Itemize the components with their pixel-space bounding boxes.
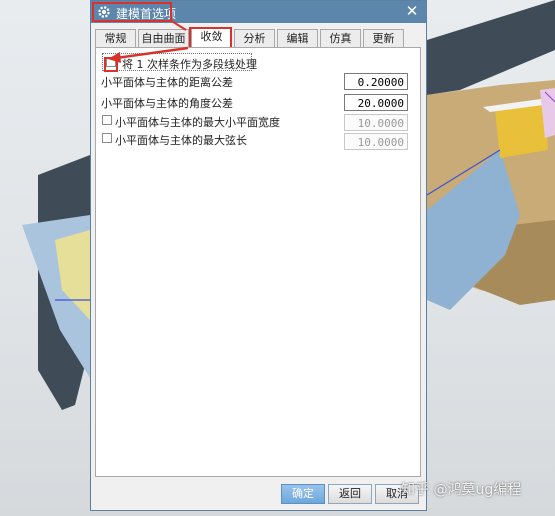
back-button[interactable]: 返回: [328, 484, 372, 504]
close-button[interactable]: ✕: [404, 3, 420, 19]
distance-tolerance-label: 小平面体与主体的距离公差: [101, 76, 233, 89]
title-annotation-box: [92, 2, 172, 22]
max-facet-width-row: 小平面体与主体的最大小平面宽度: [102, 112, 418, 131]
angle-tolerance-row: 小平面体与主体的角度公差: [101, 93, 418, 111]
ok-button[interactable]: 确定: [281, 484, 325, 504]
max-chord-length-checkbox[interactable]: [102, 133, 112, 143]
max-facet-width-label: 小平面体与主体的最大小平面宽度: [115, 116, 280, 129]
max-facet-width-checkbox[interactable]: [102, 115, 112, 125]
tab-analysis[interactable]: 分析: [234, 29, 275, 47]
distance-tolerance-row: 小平面体与主体的距离公差: [101, 72, 418, 90]
max-facet-width-input[interactable]: [344, 114, 408, 131]
angle-tolerance-input[interactable]: [344, 94, 408, 111]
max-chord-length-label: 小平面体与主体的最大弦长: [115, 134, 247, 147]
tab-general[interactable]: 常规: [95, 29, 136, 47]
distance-tolerance-input[interactable]: [344, 73, 408, 90]
spline-polyline-label: 将 1 次样条作为多段线处理: [122, 58, 257, 71]
spline-polyline-row: 将 1 次样条作为多段线处理: [102, 53, 402, 72]
tab-freeform[interactable]: 自由曲面: [138, 29, 189, 47]
max-chord-length-input[interactable]: [344, 133, 408, 150]
convergence-panel: 将 1 次样条作为多段线处理 小平面体与主体的距离公差 小平面体与主体的角度公差…: [95, 47, 421, 477]
max-chord-length-row: 小平面体与主体的最大弦长: [102, 130, 418, 150]
checkbox-annotation-box: [104, 57, 118, 72]
modeling-preferences-dialog: 建模首选项 ✕ 常规 自由曲面 收敛 分析 编辑 仿真 更新 将 1 次样条作为…: [90, 0, 427, 511]
tab-update[interactable]: 更新: [363, 29, 404, 47]
tab-simulation[interactable]: 仿真: [320, 29, 361, 47]
tab-edit[interactable]: 编辑: [277, 29, 318, 47]
tab-bar: 常规 自由曲面 收敛 分析 编辑 仿真 更新: [95, 27, 421, 48]
watermark-text: 知乎 @鸿莫ug编程: [401, 482, 522, 498]
model-right-dark-face: [427, 0, 555, 95]
angle-tolerance-label: 小平面体与主体的角度公差: [101, 97, 233, 110]
